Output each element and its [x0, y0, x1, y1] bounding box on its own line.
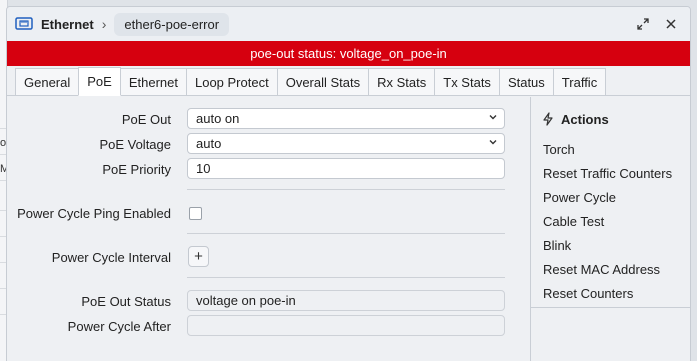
divider: [187, 233, 505, 234]
divider: [531, 307, 690, 308]
chevron-down-icon: [489, 115, 497, 120]
tab-bar: General PoE Ethernet Loop Protect Overal…: [7, 66, 690, 96]
add-power-cycle-interval-button[interactable]: +: [188, 246, 209, 267]
poe-voltage-row: PoE Voltage: [7, 133, 179, 155]
poe-voltage-value: auto: [196, 136, 222, 151]
poe-out-select[interactable]: auto on: [187, 108, 505, 129]
poe-settings-form: PoE Out auto on PoE Voltage auto PoE Pri…: [7, 97, 530, 361]
actions-title: Actions: [561, 111, 609, 127]
power-cycle-ping-checkbox[interactable]: [189, 207, 202, 220]
power-cycle-after-field: [187, 315, 505, 336]
actions-panel: Actions Torch Reset Traffic Counters Pow…: [530, 97, 690, 361]
ethernet-dialog: Ethernet › ether6-poe-error poe-out stat…: [6, 6, 691, 361]
restore-icon[interactable]: [632, 13, 654, 35]
action-torch[interactable]: Torch: [531, 137, 690, 161]
power-cycle-ping-label: Power Cycle Ping Enabled: [17, 205, 171, 221]
chevron-right-icon: ›: [101, 16, 107, 32]
tab-poe[interactable]: PoE: [78, 67, 121, 96]
poe-out-row: PoE Out: [7, 108, 179, 130]
poe-out-value: auto on: [196, 111, 240, 126]
title-bar: Ethernet › ether6-poe-error: [7, 7, 690, 41]
poe-out-status-row: PoE Out Status: [7, 290, 179, 312]
tab-ethernet[interactable]: Ethernet: [119, 68, 187, 95]
action-reset-mac-address[interactable]: Reset MAC Address: [531, 257, 690, 281]
power-cycle-interval-row: Power Cycle Interval: [7, 246, 179, 268]
divider: [187, 189, 505, 190]
poe-status-error-banner: poe-out status: voltage_on_poe-in: [7, 41, 690, 66]
power-cycle-interval-label: Power Cycle Interval: [51, 249, 171, 265]
chevron-down-icon: [489, 140, 497, 145]
tab-loop-protect[interactable]: Loop Protect: [185, 68, 278, 95]
divider: [187, 277, 505, 278]
poe-out-status-field: voltage on poe-in: [187, 290, 505, 311]
window-title: Ethernet: [41, 16, 94, 32]
poe-voltage-label: PoE Voltage: [99, 136, 171, 152]
power-cycle-after-label: Power Cycle After: [67, 318, 171, 334]
poe-out-status-label: PoE Out Status: [81, 293, 171, 309]
poe-priority-row: PoE Priority: [7, 158, 179, 180]
tab-rx-stats[interactable]: Rx Stats: [368, 68, 436, 95]
close-icon[interactable]: [660, 13, 682, 35]
actions-header: Actions: [531, 97, 690, 131]
tab-traffic[interactable]: Traffic: [552, 68, 607, 95]
action-power-cycle[interactable]: Power Cycle: [531, 185, 690, 209]
lightning-icon: [543, 112, 553, 126]
action-blink[interactable]: Blink: [531, 233, 690, 257]
power-cycle-after-row: Power Cycle After: [7, 315, 179, 337]
tab-tx-stats[interactable]: Tx Stats: [434, 68, 500, 95]
actions-list: Torch Reset Traffic Counters Power Cycle…: [531, 137, 690, 305]
poe-voltage-select[interactable]: auto: [187, 133, 505, 154]
action-reset-traffic-counters[interactable]: Reset Traffic Counters: [531, 161, 690, 185]
tab-overall-stats[interactable]: Overall Stats: [276, 68, 370, 95]
poe-priority-input[interactable]: 10: [187, 158, 505, 179]
ethernet-icon: [15, 17, 33, 30]
breadcrumb-interface-name[interactable]: ether6-poe-error: [114, 12, 230, 36]
poe-priority-label: PoE Priority: [102, 161, 171, 177]
power-cycle-ping-row: Power Cycle Ping Enabled: [7, 202, 179, 224]
action-reset-counters[interactable]: Reset Counters: [531, 281, 690, 305]
action-cable-test[interactable]: Cable Test: [531, 209, 690, 233]
tab-status[interactable]: Status: [498, 68, 554, 95]
poe-out-label: PoE Out: [121, 111, 171, 127]
tab-general[interactable]: General: [15, 68, 80, 95]
